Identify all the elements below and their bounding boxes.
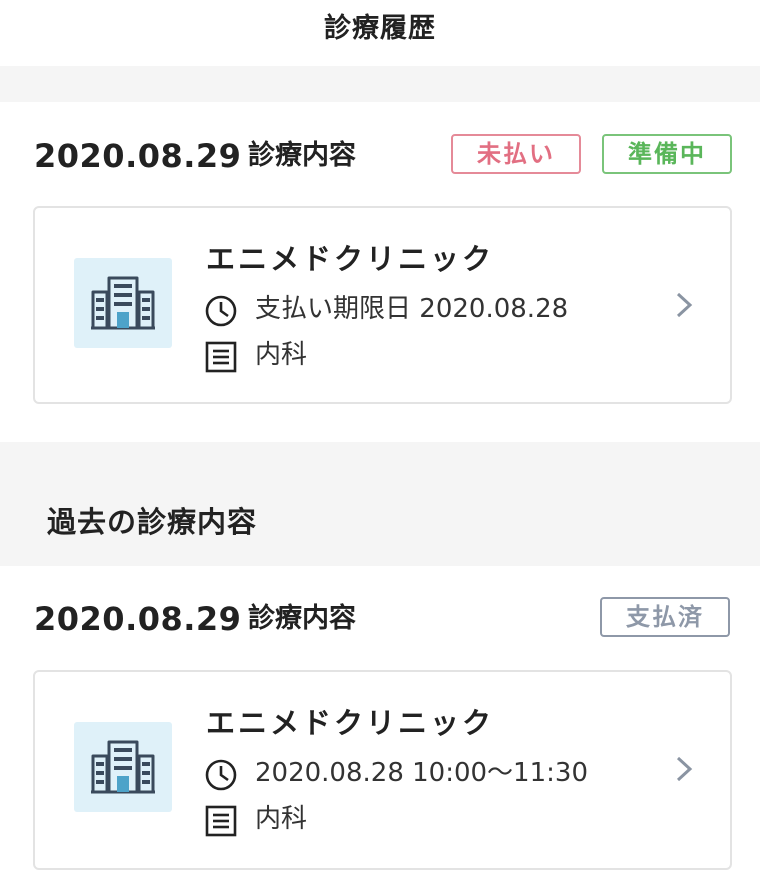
page-title: 診療履歴 <box>324 13 436 44</box>
past-record-header: 2020.08.29 診療内容 支払済 <box>34 595 732 643</box>
document-icon <box>205 341 237 373</box>
section-divider <box>0 66 760 102</box>
clock-icon <box>205 759 237 791</box>
past-record-card[interactable]: エニメドクリニック 2020.08.28 10:00〜11:30 内科 <box>33 670 732 870</box>
payment-due-label: 支払い期限日 <box>255 294 412 324</box>
record-date: 2020.08.29 <box>34 137 242 175</box>
paid-status-badge: 支払済 <box>600 597 730 637</box>
building-icon <box>74 258 172 348</box>
past-section-header <box>0 442 760 566</box>
current-record-card[interactable]: エニメドクリニック 支払い期限日 2020.08.28 内科 <box>33 206 732 404</box>
record-label: 診療内容 <box>248 140 356 171</box>
app-header: 診療履歴 <box>0 0 760 66</box>
department-label: 内科 <box>255 340 308 370</box>
record-label: 診療内容 <box>248 603 356 634</box>
payment-due-text: 支払い期限日 2020.08.28 <box>255 292 568 326</box>
building-icon <box>74 722 172 812</box>
record-date: 2020.08.29 <box>34 600 242 638</box>
department-label: 内科 <box>255 804 308 834</box>
chevron-right-icon[interactable] <box>674 290 694 320</box>
clinic-name: エニメドクリニック <box>206 706 495 740</box>
document-icon <box>205 805 237 837</box>
current-record-header: 2020.08.29 診療内容 未払い 準備中 <box>34 132 732 180</box>
payment-due-date: 2020.08.28 <box>419 294 569 324</box>
preparing-status-badge: 準備中 <box>602 134 732 174</box>
clinic-name: エニメドクリニック <box>206 242 495 276</box>
visit-time-range: 2020.08.28 10:00〜11:30 <box>255 758 588 788</box>
chevron-right-icon[interactable] <box>674 754 694 784</box>
unpaid-status-badge: 未払い <box>451 134 581 174</box>
past-records-title: 過去の診療内容 <box>47 505 258 539</box>
clock-icon <box>205 295 237 327</box>
